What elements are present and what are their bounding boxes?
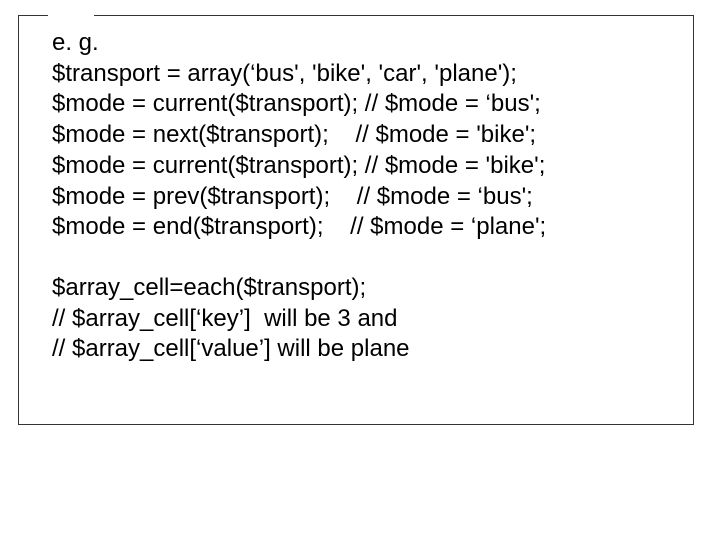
code-line: // $array_cell[‘key’] will be 3 and [52, 304, 684, 335]
code-line: $mode = current($transport); // $mode = … [52, 151, 684, 182]
code-line: $array_cell=each($transport); [52, 273, 684, 304]
code-line: // $array_cell[‘value’] will be plane [52, 334, 684, 365]
code-line: $mode = current($transport); // $mode = … [52, 89, 684, 120]
code-content: e. g. $transport = array(‘bus', 'bike', … [52, 28, 684, 365]
code-line: $mode = prev($transport); // $mode = ‘bu… [52, 182, 684, 213]
code-line: $mode = end($transport); // $mode = ‘pla… [52, 212, 684, 243]
code-line: $mode = next($transport); // $mode = 'bi… [52, 120, 684, 151]
code-line: $transport = array(‘bus', 'bike', 'car',… [52, 59, 684, 90]
slide: e. g. $transport = array(‘bus', 'bike', … [0, 0, 720, 540]
code-line: e. g. [52, 28, 684, 59]
frame-notch [48, 9, 94, 21]
